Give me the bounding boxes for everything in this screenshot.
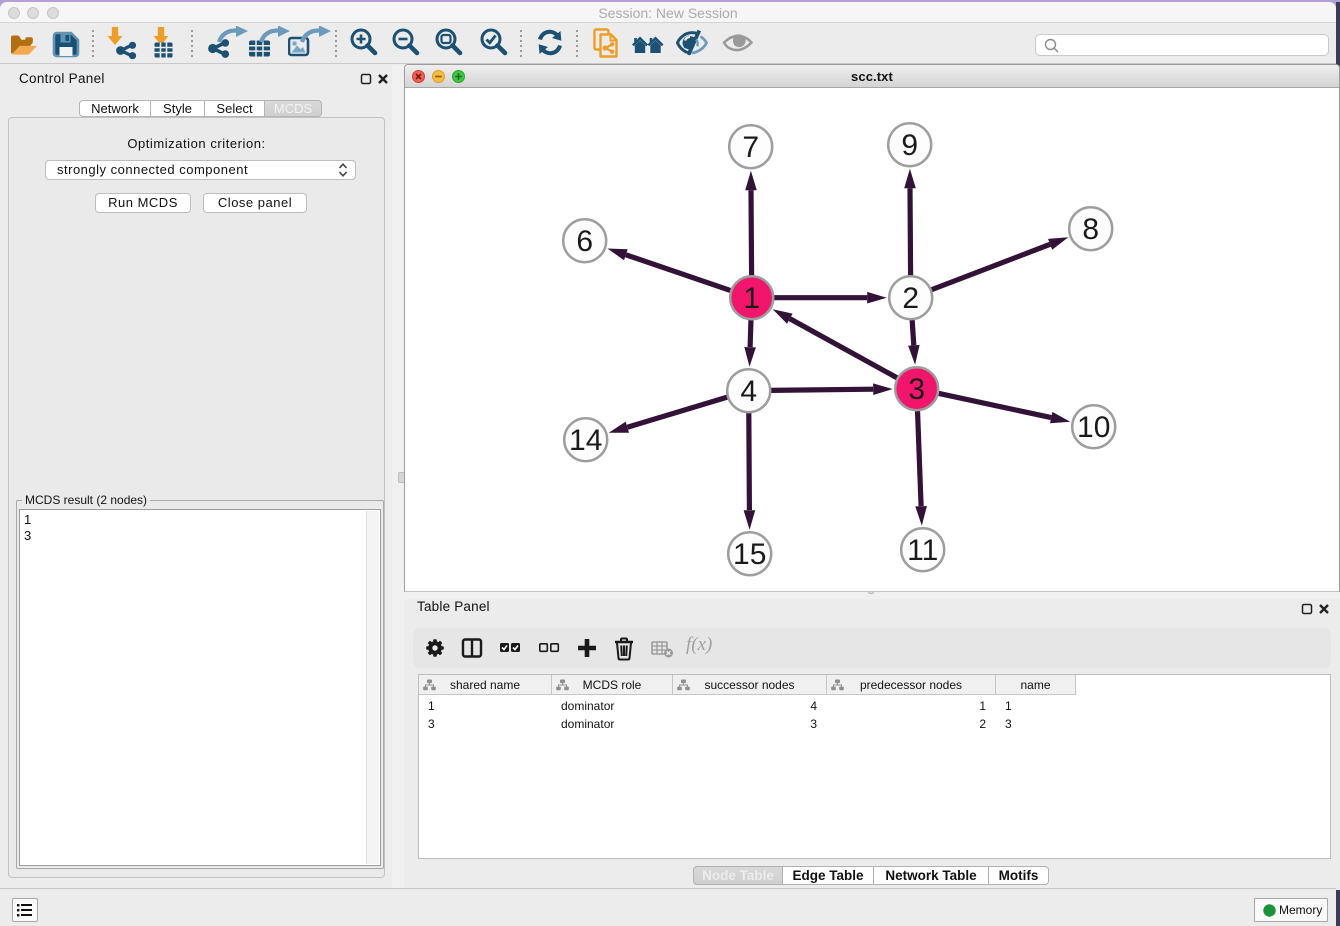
- svg-text:3: 3: [908, 373, 925, 406]
- svg-text:10: 10: [1077, 411, 1110, 444]
- svg-text:2: 2: [902, 282, 919, 315]
- svg-text:7: 7: [742, 131, 759, 164]
- svg-text:8: 8: [1082, 213, 1099, 246]
- svg-text:9: 9: [901, 129, 918, 162]
- svg-text:15: 15: [733, 538, 766, 571]
- svg-text:6: 6: [576, 225, 593, 258]
- svg-text:1: 1: [743, 282, 760, 315]
- svg-text:11: 11: [907, 534, 938, 567]
- svg-text:14: 14: [569, 424, 602, 457]
- svg-text:4: 4: [740, 375, 757, 408]
